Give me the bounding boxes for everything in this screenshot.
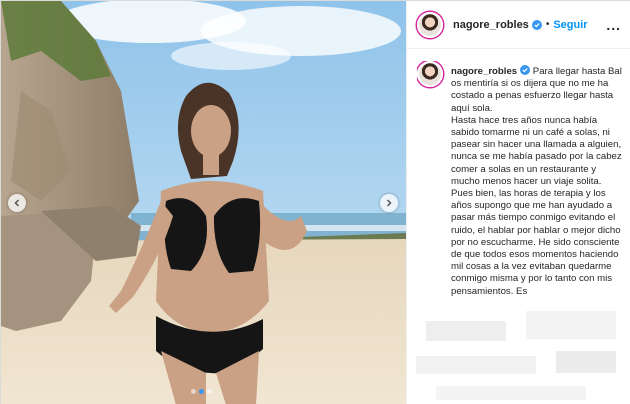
post-photo[interactable] — [1, 1, 406, 404]
blurred-block — [436, 386, 586, 400]
caption-paragraph-2: Hasta hace tres años nunca había sabido … — [451, 114, 622, 187]
chevron-left-icon — [14, 199, 20, 207]
post-header: nagore_robles • Seguir ... — [407, 1, 630, 49]
blurred-block — [416, 356, 536, 374]
carousel-dot — [207, 389, 212, 394]
blurred-block — [426, 321, 506, 341]
blurred-block — [556, 351, 616, 373]
separator-dot: • — [545, 19, 550, 30]
blurred-comments — [406, 301, 630, 404]
caption-avatar[interactable] — [417, 61, 443, 87]
header-username[interactable]: nagore_robles — [453, 19, 529, 31]
caption-area: nagore_robles Para llegar hasta Bali os … — [417, 61, 622, 331]
carousel-next-button[interactable] — [380, 194, 398, 212]
more-options-icon[interactable]: ... — [606, 17, 621, 33]
avatar[interactable] — [417, 11, 443, 38]
chevron-right-icon — [386, 199, 392, 207]
carousel-dots — [191, 389, 212, 394]
caption-username[interactable]: nagore_robles — [451, 66, 517, 77]
carousel-dot-active — [199, 389, 204, 394]
caption-paragraph-3: Pues bien, las horas de terapia y los añ… — [451, 188, 621, 297]
blurred-block — [526, 311, 616, 339]
verified-badge-icon — [531, 19, 542, 30]
follow-button[interactable]: Seguir — [553, 19, 587, 31]
carousel-prev-button[interactable] — [8, 194, 26, 212]
beach-photo-illustration — [1, 1, 406, 404]
verified-badge-icon — [520, 65, 531, 75]
instagram-post: nagore_robles • Seguir ... nagore_robles… — [0, 0, 630, 404]
caption-text: nagore_robles Para llegar hasta Bali os … — [451, 65, 622, 298]
carousel-dot — [191, 389, 196, 394]
caption-paragraph: nagore_robles Para llegar hasta Bali os … — [451, 65, 622, 115]
